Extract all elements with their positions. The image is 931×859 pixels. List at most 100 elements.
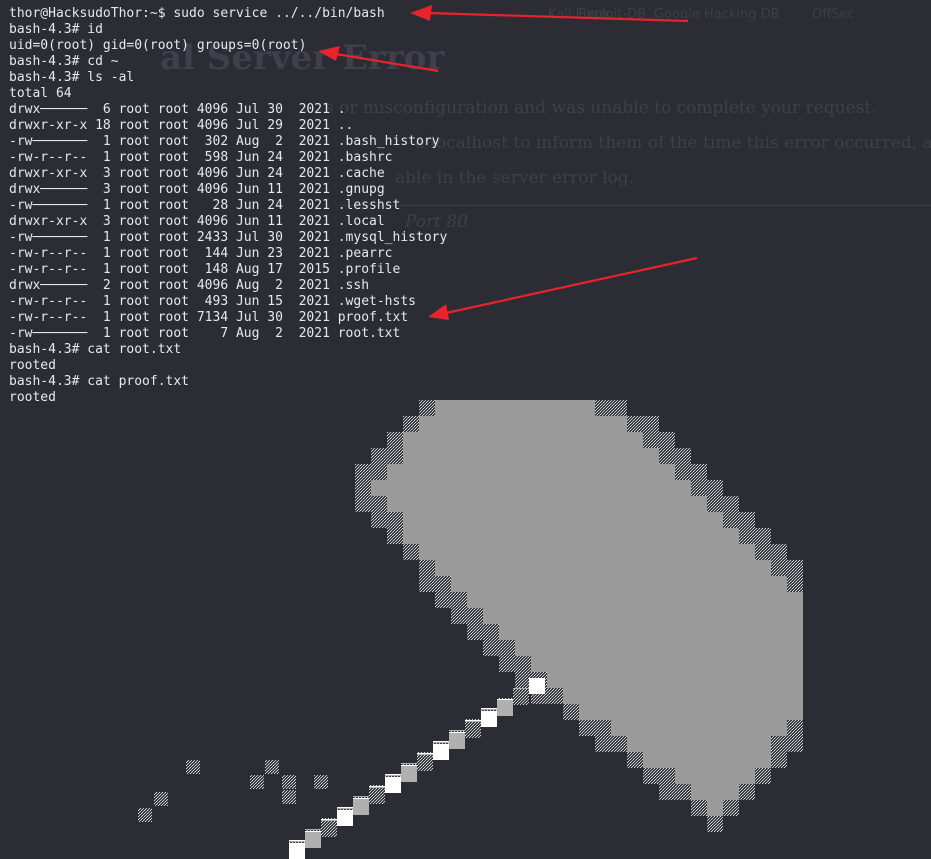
hammer-pixel: [595, 672, 611, 688]
hammer-pixel: [739, 592, 755, 608]
hammer-pixel: [707, 752, 723, 768]
hammer-pixel: [451, 576, 467, 592]
hammer-pixel: [499, 640, 515, 656]
hammer-pixel: [531, 512, 547, 528]
hammer-pixel: [643, 608, 659, 624]
hammer-pixel: [611, 688, 627, 704]
hammer-pixel: [282, 775, 296, 789]
hammer-pixel: [643, 416, 659, 432]
hammer-pixel: [755, 688, 771, 704]
hammer-pixel: [531, 416, 547, 432]
hammer-pixel: [435, 400, 451, 416]
hammer-pixel: [755, 576, 771, 592]
hammer-pixel: [563, 448, 579, 464]
hammer-pixel: [675, 704, 691, 720]
hammer-pixel: [385, 777, 401, 793]
hammer-pixel: [595, 528, 611, 544]
hammer-pixel: [611, 464, 627, 480]
hammer-pixel: [723, 592, 739, 608]
hammer-pixel: [643, 480, 659, 496]
hammer-pixel: [515, 624, 531, 640]
hammer-pixel: [579, 592, 595, 608]
hammer-pixel: [595, 560, 611, 576]
hammer-pixel: [403, 464, 419, 480]
hammer-pixel: [289, 843, 305, 859]
hammer-pixel: [547, 560, 563, 576]
hammer-pixel: [739, 672, 755, 688]
hammer-pixel: [371, 464, 387, 480]
hammer-pixel: [579, 464, 595, 480]
hammer-pixel: [467, 496, 483, 512]
hammer-pixel: [787, 672, 803, 688]
hammer-pixel: [723, 496, 739, 512]
hammer-pixel: [659, 704, 675, 720]
hammer-pixel: [419, 416, 435, 432]
hammer-pixel: [675, 544, 691, 560]
hammer-pixel: [483, 528, 499, 544]
hammer-pixel: [611, 624, 627, 640]
hammer-pixel: [787, 736, 803, 752]
hammer-pixel: [659, 688, 675, 704]
hammer-pixel: [707, 816, 723, 832]
hammer-pixel: [659, 640, 675, 656]
hammer-pixel: [467, 464, 483, 480]
hammer-pixel: [627, 704, 643, 720]
hammer-pixel: [483, 544, 499, 560]
hammer-pixel: [282, 790, 296, 804]
hammer-pixel: [499, 400, 515, 416]
terminal-window[interactable]: Kali Linux Exploit-DB Google Hacking DB …: [0, 0, 931, 859]
hammer-pixel: [627, 624, 643, 640]
hammer-pixel: [515, 592, 531, 608]
hammer-pixel: [547, 496, 563, 512]
hammer-pixel: [675, 720, 691, 736]
hammer-pixel: [691, 496, 707, 512]
hammer-pixel: [483, 432, 499, 448]
hammer-pixel: [787, 688, 803, 704]
hammer-pixel: [643, 496, 659, 512]
hammer-pixel: [563, 496, 579, 512]
hammer-pixel: [659, 496, 675, 512]
hammer-pixel: [531, 448, 547, 464]
hammer-pixel: [627, 592, 643, 608]
hammer-pixel: [387, 496, 403, 512]
hammer-pixel: [659, 656, 675, 672]
hammer-pixel: [659, 544, 675, 560]
hammer-pixel: [643, 736, 659, 752]
hammer-pixel: [675, 736, 691, 752]
hammer-pixel: [643, 432, 659, 448]
hammer-pixel: [371, 512, 387, 528]
hammer-pixel: [419, 480, 435, 496]
hammer-pixel: [403, 528, 419, 544]
hammer-pixel: [579, 640, 595, 656]
hammer-pixel: [451, 448, 467, 464]
hammer-pixel: [353, 799, 369, 815]
hammer-pixel: [371, 448, 387, 464]
hammer-pixel: [675, 496, 691, 512]
hammer-pixel: [643, 672, 659, 688]
hammer-pixel: [451, 544, 467, 560]
hammer-pixel: [659, 432, 675, 448]
annotation-arrows: [318, 5, 698, 320]
hammer-pixel: [563, 416, 579, 432]
hammer-pixel: [691, 480, 707, 496]
hammer-pixel: [611, 448, 627, 464]
hammer-pixel: [467, 528, 483, 544]
hammer-pixel: [691, 464, 707, 480]
hammer-pixel: [515, 480, 531, 496]
hammer-pixel: [531, 640, 547, 656]
hammer-pixel: [515, 512, 531, 528]
hammer-pixel: [739, 736, 755, 752]
hammer-pixel: [707, 688, 723, 704]
hammer-pixel: [515, 416, 531, 432]
hammer-pixel: [483, 400, 499, 416]
hammer-pixel: [467, 608, 483, 624]
hammer-pixel: [723, 544, 739, 560]
hammer-pixel: [355, 464, 371, 480]
hammer-pixel: [675, 464, 691, 480]
hammer-pixel: [563, 528, 579, 544]
hammer-pixel: [547, 512, 563, 528]
hammer-pixel: [787, 720, 803, 736]
hammer-pixel: [595, 704, 611, 720]
hammer-pixel: [739, 768, 755, 784]
hammer-pixel: [305, 832, 321, 848]
